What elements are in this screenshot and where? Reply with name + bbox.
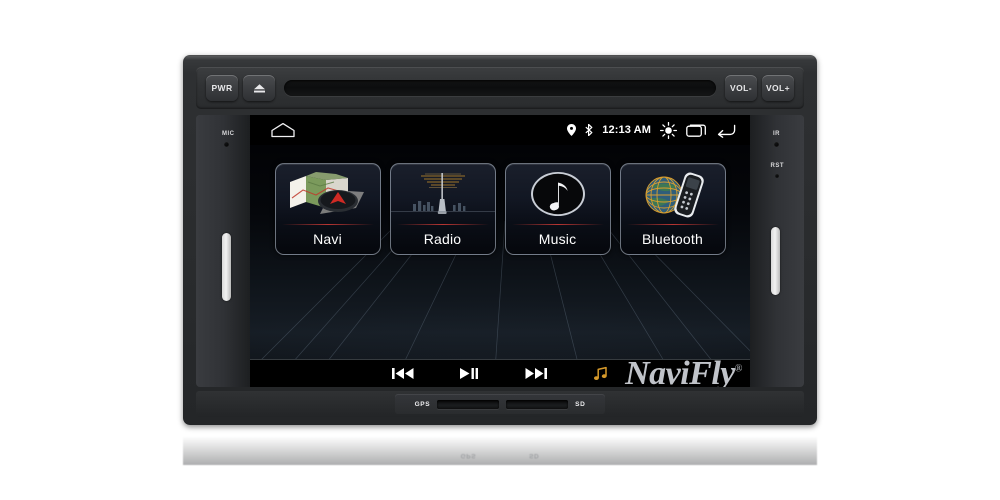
app-tile-radio[interactable]: Radio <box>389 163 496 255</box>
disc-slot[interactable] <box>284 80 716 96</box>
music-note-icon <box>530 172 585 216</box>
volume-up-label: VOL+ <box>765 83 791 93</box>
sd-card-slot[interactable] <box>506 399 569 409</box>
top-control-strip: PWR VOL- VOL+ <box>196 67 804 109</box>
power-button[interactable]: PWR <box>206 75 238 101</box>
gps-card-slot[interactable] <box>437 399 500 409</box>
gps-slot-label: GPS <box>414 400 431 408</box>
mic-label: MIC <box>222 131 235 137</box>
playback-control-bar <box>250 359 750 387</box>
power-button-label: PWR <box>211 83 233 93</box>
left-card-slot[interactable] <box>222 233 231 301</box>
clock-text: 12:13 AM <box>602 124 651 136</box>
bottom-bezel: GPS SD <box>196 391 804 417</box>
screen-bezel: MIC IR RST 12:13 AM Navi Radio Music Blu… <box>196 115 804 387</box>
app-tile-music[interactable]: Music <box>504 163 611 255</box>
reset-label: RST <box>770 163 784 169</box>
surface-reflection: GPS SD <box>183 425 817 465</box>
app-tile-navi[interactable]: Navi <box>274 163 381 255</box>
tile-separator <box>281 224 374 225</box>
status-bar-right-group: 12:13 AM <box>567 115 736 145</box>
app-label-navi: Navi <box>313 231 342 247</box>
left-pillar: MIC <box>196 115 250 387</box>
play-pause-icon <box>460 367 478 379</box>
previous-track-icon <box>392 367 414 379</box>
android-status-bar: 12:13 AM <box>250 115 750 145</box>
app-label-radio: Radio <box>423 231 462 247</box>
sd-slot-label: SD <box>575 400 586 408</box>
back-icon[interactable] <box>716 123 736 138</box>
radio-tower-icon <box>390 173 495 214</box>
music-note-icon <box>594 366 607 380</box>
reflection-labels: GPS SD <box>460 452 540 459</box>
app-tile-bluetooth[interactable]: Bluetooth <box>619 163 726 255</box>
app-launcher-grid: Navi Radio Music Bluetooth <box>250 163 750 255</box>
location-pin-icon <box>567 124 577 136</box>
recents-icon[interactable] <box>686 123 707 138</box>
play-pause-button[interactable] <box>460 367 479 380</box>
app-label-music: Music <box>538 231 577 247</box>
ir-label: IR <box>773 131 780 137</box>
screenshot-canvas: PWR VOL- VOL+ MIC IR RST 12:13 AM Navi R… <box>0 0 1000 500</box>
map-compass-icon <box>289 172 364 214</box>
bluetooth-icon <box>585 124 593 136</box>
globe-phone-icon <box>645 172 704 218</box>
tile-separator <box>626 224 719 225</box>
next-track-icon <box>525 367 547 379</box>
next-track-button[interactable] <box>525 367 547 380</box>
brightness-icon[interactable] <box>660 121 677 139</box>
right-pillar: IR RST <box>750 115 804 387</box>
reset-pinhole[interactable] <box>775 174 779 178</box>
tile-separator <box>396 224 489 225</box>
car-head-unit: PWR VOL- VOL+ MIC IR RST 12:13 AM Navi R… <box>183 55 817 425</box>
ir-receiver-icon <box>774 142 779 147</box>
previous-track-button[interactable] <box>392 367 414 380</box>
home-icon[interactable] <box>270 122 296 138</box>
tile-separator <box>511 224 604 225</box>
card-slot-group: GPS SD <box>395 394 605 414</box>
app-label-bluetooth: Bluetooth <box>642 231 703 247</box>
microphone-hole-icon <box>224 142 229 147</box>
volume-down-button[interactable]: VOL- <box>725 75 757 101</box>
now-playing-button[interactable] <box>593 366 608 381</box>
right-card-slot[interactable] <box>771 227 780 295</box>
eject-icon <box>253 83 265 92</box>
eject-button[interactable] <box>243 75 275 101</box>
volume-up-button[interactable]: VOL+ <box>762 75 794 101</box>
touchscreen-display[interactable]: 12:13 AM Navi Radio Music Bluetooth Navi… <box>250 115 750 387</box>
volume-down-label: VOL- <box>730 83 752 93</box>
